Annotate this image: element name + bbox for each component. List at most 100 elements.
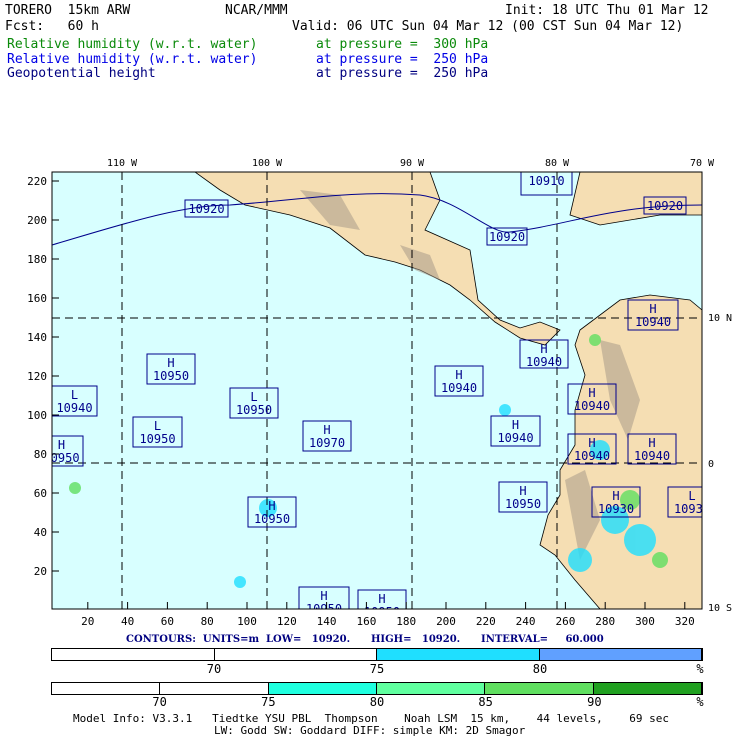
- y-tick-label: 80: [34, 448, 47, 461]
- y-tick-label: 60: [34, 487, 47, 500]
- center-value: 10950: [153, 369, 189, 383]
- center-value: 10940: [56, 401, 92, 415]
- center-value: 10950: [139, 432, 175, 446]
- center-value: 10920: [489, 230, 525, 244]
- model-title: TORERO 15km ARW: [5, 3, 131, 18]
- green-colorbar: [51, 682, 703, 695]
- center-value: 10950: [254, 512, 290, 526]
- colorbar-segment: [377, 649, 540, 660]
- colorbar-label: 70: [206, 662, 222, 676]
- latitude-label: 10 N: [708, 313, 732, 324]
- center-value: 10940: [497, 431, 533, 445]
- center-value: 10910: [528, 174, 564, 188]
- latitude-label: 0: [708, 459, 714, 470]
- weather-map: 10910109201092010920H10940H10940H10950 H1…: [27, 158, 732, 628]
- longitude-label: 100 W: [252, 158, 283, 169]
- center-value: 10930: [598, 502, 634, 516]
- contour-info: CONTOURS: UNITS=m LOW= 10920. HIGH= 1092…: [126, 634, 604, 645]
- colorbar-segment: [268, 683, 377, 694]
- center-type: L: [71, 388, 78, 402]
- longitude-label: 70 W: [690, 158, 715, 169]
- center-type: L: [688, 489, 695, 503]
- colorbar-label: %: [696, 662, 704, 676]
- y-tick-label: 180: [27, 253, 47, 266]
- center-type: H: [268, 499, 275, 513]
- center-value: 10970: [309, 436, 345, 450]
- colorbar-label: 90: [587, 695, 602, 709]
- center-type: H: [167, 356, 174, 370]
- pressure-center: 10920: [184, 199, 229, 218]
- field-1-name: Relative humidity (w.r.t. water): [7, 37, 258, 52]
- x-tick-label: 40: [121, 615, 134, 628]
- model-info-2: LW: Godd SW: Goddard DIFF: simple KM: 2D…: [214, 724, 526, 737]
- x-tick-label: 100: [237, 615, 257, 628]
- colorbar-segment: [160, 683, 269, 694]
- field-3-name: Geopotential height: [7, 66, 156, 81]
- colorbar-label: 75: [261, 695, 276, 709]
- center-type: H: [455, 368, 462, 382]
- x-tick-label: 280: [595, 615, 615, 628]
- colorbar-segment: [52, 683, 161, 694]
- blue-colorbar: [51, 648, 703, 661]
- colorbar-label: 75: [369, 662, 385, 676]
- center-value: 10940: [574, 399, 610, 413]
- center-value: 10950: [236, 403, 272, 417]
- valid-time: Valid: 06 UTC Sun 04 Mar 12 (00 CST Sun …: [292, 19, 684, 34]
- colorbar-segment: [52, 649, 215, 660]
- colorbar-label: 70: [152, 695, 167, 709]
- longitude-label: 80 W: [545, 158, 570, 169]
- center-type: H: [320, 589, 327, 603]
- y-tick-label: 20: [34, 565, 47, 578]
- x-tick-label: 200: [436, 615, 456, 628]
- x-tick-label: 300: [635, 615, 655, 628]
- colorbar-label: 80: [532, 662, 548, 676]
- forecast-hour: Fcst: 60 h: [5, 19, 99, 34]
- longitude-label: 90 W: [400, 158, 425, 169]
- field-2-name: Relative humidity (w.r.t. water): [7, 52, 258, 67]
- center-type: H: [519, 484, 526, 498]
- center-type: L: [250, 390, 257, 404]
- center-value: 10940: [526, 355, 562, 369]
- colorbar-segment: [539, 649, 702, 660]
- colorbar-label: 85: [478, 695, 493, 709]
- center-type: H: [588, 436, 595, 450]
- longitude-label: 110 W: [107, 158, 138, 169]
- center-type: H: [649, 302, 656, 316]
- x-tick-label: 220: [476, 615, 496, 628]
- center-value: 10930: [674, 502, 710, 516]
- center-value: 10920: [647, 199, 683, 213]
- center-value: 10950: [43, 451, 79, 465]
- center-type: H: [612, 489, 619, 503]
- center-type: H: [588, 386, 595, 400]
- center-type: H: [540, 342, 547, 356]
- field-3-level: at pressure = 250 hPa: [316, 66, 489, 81]
- center-type: H: [512, 418, 519, 432]
- y-tick-label: 220: [27, 175, 47, 188]
- center-value: 10920: [188, 202, 224, 216]
- y-tick-label: 160: [27, 292, 47, 305]
- center-type: H: [58, 438, 65, 452]
- colorbar-label: %: [696, 695, 704, 709]
- center-type: H: [323, 423, 330, 437]
- center-value: 10940: [574, 449, 610, 463]
- x-tick-label: 240: [516, 615, 536, 628]
- field-2-level: at pressure = 250 hPa: [316, 52, 489, 67]
- center-type: H: [378, 592, 385, 606]
- center-value: 10950: [505, 497, 541, 511]
- colorbar-label: 80: [369, 695, 385, 709]
- pressure-center: 10920: [486, 227, 528, 246]
- latitude-label: 10 S: [708, 603, 732, 614]
- field-1-level: at pressure = 300 hPa: [316, 37, 489, 52]
- center-value: 10940: [635, 315, 671, 329]
- x-tick-label: 180: [396, 615, 416, 628]
- colorbar-segment: [214, 649, 377, 660]
- x-tick-label: 320: [675, 615, 695, 628]
- center-value: 10940: [441, 381, 477, 395]
- x-tick-label: 260: [555, 615, 575, 628]
- org-label: NCAR/MMM: [225, 3, 288, 18]
- x-tick-label: 20: [81, 615, 94, 628]
- center-type: H: [648, 436, 655, 450]
- x-tick-label: 80: [201, 615, 214, 628]
- y-tick-label: 40: [34, 526, 47, 539]
- y-tick-label: 140: [27, 331, 47, 344]
